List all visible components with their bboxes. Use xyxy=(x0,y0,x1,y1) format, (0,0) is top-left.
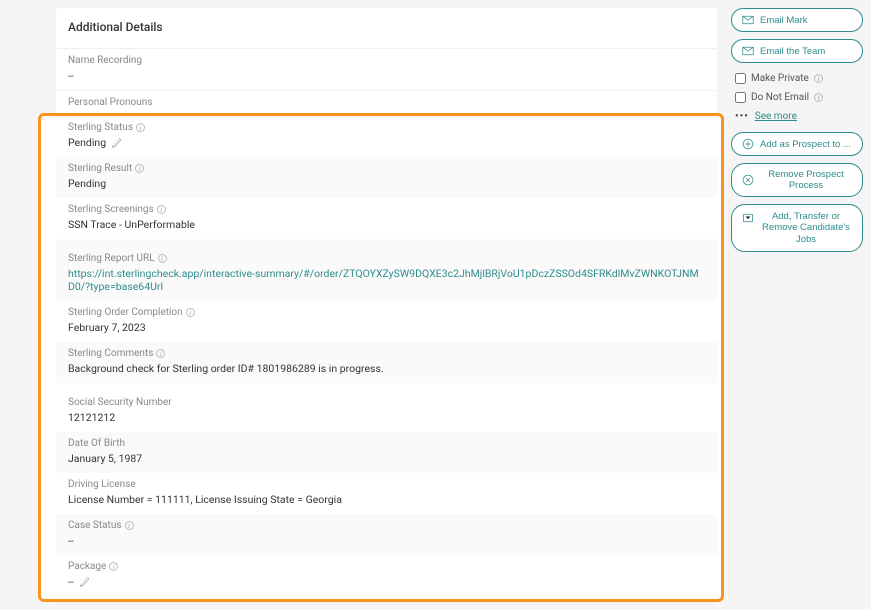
do-not-email-checkbox[interactable]: Do Not Email i xyxy=(731,89,863,106)
info-icon[interactable]: i xyxy=(135,164,144,173)
field-value: 12121212 xyxy=(68,411,705,424)
field-value: SSN Trace - UnPerformable xyxy=(68,218,705,231)
field-label: Sterling Comments i xyxy=(68,348,705,359)
mail-icon xyxy=(742,14,754,26)
additional-details-heading: Additional Details xyxy=(56,8,717,48)
field-sterling-status: Sterling Status i Pending xyxy=(56,116,717,157)
transfer-icon xyxy=(742,212,754,224)
field-value: Pending xyxy=(68,136,106,149)
mail-icon xyxy=(742,45,754,57)
info-icon[interactable]: i xyxy=(157,205,166,214)
checkbox-input[interactable] xyxy=(735,73,746,84)
field-label: Sterling Status i xyxy=(68,122,705,133)
field-value: February 7, 2023 xyxy=(68,321,705,334)
field-sterling-comments: Sterling Comments i Background check for… xyxy=(56,342,717,383)
field-driving-license: Driving License License Number = 111111,… xyxy=(56,473,717,514)
field-value: Pending xyxy=(68,177,705,190)
field-value: -- xyxy=(68,534,705,547)
field-label: Social Security Number xyxy=(68,397,705,408)
info-icon[interactable]: i xyxy=(814,93,823,102)
field-sterling-result: Sterling Result i Pending xyxy=(56,157,717,198)
info-icon[interactable]: i xyxy=(156,349,165,358)
field-label: Personal Pronouns xyxy=(68,97,705,108)
sterling-report-link[interactable]: https://int.sterlingcheck.app/interactiv… xyxy=(68,267,705,293)
transfer-jobs-button[interactable]: Add, Transfer or Remove Candidate's Jobs xyxy=(731,204,863,252)
pencil-icon[interactable] xyxy=(79,576,90,587)
add-prospect-button[interactable]: Add as Prospect to ... xyxy=(731,132,863,156)
info-icon[interactable]: i xyxy=(186,308,195,317)
field-label: Driving License xyxy=(68,479,705,490)
field-name-recording: Name Recording -- xyxy=(56,48,717,90)
info-icon[interactable]: i xyxy=(109,562,118,571)
field-dob: Date Of Birth January 5, 1987 xyxy=(56,432,717,473)
field-label: Name Recording xyxy=(68,55,705,66)
field-sterling-order-completion: Sterling Order Completion i February 7, … xyxy=(56,301,717,342)
x-circle-icon xyxy=(742,174,754,186)
field-value: -- xyxy=(68,575,74,588)
remove-prospect-button[interactable]: Remove Prospect Process xyxy=(731,163,863,197)
field-sterling-screenings: Sterling Screenings i SSN Trace - UnPerf… xyxy=(56,198,717,239)
info-icon[interactable]: i xyxy=(136,123,145,132)
email-team-button[interactable]: Email the Team xyxy=(731,39,863,63)
field-personal-pronouns: Personal Pronouns xyxy=(56,90,717,113)
field-label: Sterling Order Completion i xyxy=(68,307,705,318)
field-value: -- xyxy=(68,69,705,82)
ellipsis-icon: ••• xyxy=(735,111,749,122)
field-value: January 5, 1987 xyxy=(68,452,705,465)
pencil-icon[interactable] xyxy=(111,137,122,148)
info-icon[interactable]: i xyxy=(158,254,167,263)
field-ssn: Social Security Number 12121212 xyxy=(56,383,717,432)
field-value: Background check for Sterling order ID# … xyxy=(68,362,705,375)
see-more-link[interactable]: See more xyxy=(755,111,797,122)
email-mark-button[interactable]: Email Mark xyxy=(731,8,863,32)
info-icon[interactable]: i xyxy=(814,74,823,83)
field-value: License Number = 111111, License Issuing… xyxy=(68,493,705,506)
plus-circle-icon xyxy=(742,138,754,150)
field-label: Package i xyxy=(68,561,705,572)
field-label: Case Status i xyxy=(68,520,705,531)
field-label: Sterling Report URL i xyxy=(68,253,705,264)
field-label: Sterling Result i xyxy=(68,163,705,174)
field-label: Date Of Birth xyxy=(68,438,705,449)
make-private-checkbox[interactable]: Make Private i xyxy=(731,70,863,87)
field-sterling-report-url: Sterling Report URL i https://int.sterli… xyxy=(56,239,717,301)
checkbox-input[interactable] xyxy=(735,92,746,103)
field-case-status: Case Status i -- xyxy=(56,514,717,555)
field-label: Sterling Screenings i xyxy=(68,204,705,215)
field-package: Package i -- xyxy=(56,555,717,596)
